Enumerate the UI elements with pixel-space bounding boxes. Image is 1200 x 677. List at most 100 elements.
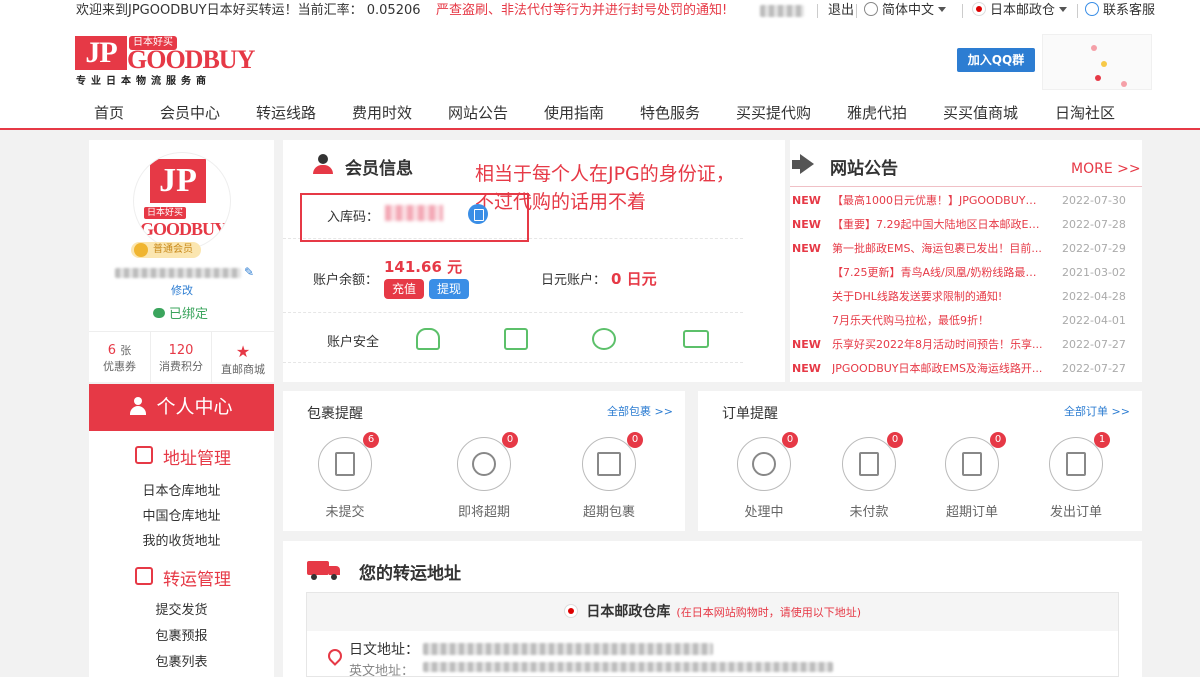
expired-orders-item[interactable]: 0 超期订单 xyxy=(932,432,1012,520)
menu-group-address[interactable]: 地址管理 xyxy=(89,444,274,469)
nav-announcements[interactable]: 网站公告 xyxy=(448,102,508,123)
crown-icon xyxy=(134,243,148,257)
order-clock-icon xyxy=(962,452,982,476)
withdraw-button[interactable]: 提现 xyxy=(429,279,469,299)
item-label: 发出订单 xyxy=(1049,505,1102,520)
profile-panel: JP 日本好买 GOODBUY 普通会员 ✎ 修改 已绑定 6 张 优惠券 12… xyxy=(89,140,274,383)
warehouse-header: 日本邮政仓库 (在日本网站购物时，请使用以下地址) xyxy=(307,593,1118,631)
logout-link[interactable]: 退出 xyxy=(828,0,854,22)
more-link[interactable]: MORE >> xyxy=(1071,161,1141,177)
unpaid-item[interactable]: 0 未付款 xyxy=(829,432,909,520)
news-item[interactable]: 【7.25更新】青鸟A线/凤凰/奶粉线路最新... 2021-03-02 xyxy=(790,263,1142,283)
nav-mall[interactable]: 买买值商城 xyxy=(943,102,1018,123)
lock-icon[interactable] xyxy=(416,328,440,350)
item-label: 即将超期 xyxy=(457,505,510,520)
divider xyxy=(817,4,818,18)
menu-item-my-address[interactable]: 我的收货地址 xyxy=(89,530,274,549)
share-out-icon xyxy=(1066,452,1086,476)
address-title: 您的转运地址 xyxy=(359,564,461,584)
jp-address-value[interactable] xyxy=(423,643,713,655)
address-book-icon xyxy=(135,446,153,464)
nav-guide[interactable]: 使用指南 xyxy=(544,102,604,123)
wechat-bound-status: 已绑定 xyxy=(153,303,208,322)
nav-special[interactable]: 特色服务 xyxy=(640,102,700,123)
count-badge: 0 xyxy=(782,432,798,448)
row-divider xyxy=(283,362,743,363)
phone-icon[interactable] xyxy=(592,328,616,350)
item-label: 超期包裹 xyxy=(582,505,635,520)
main-nav: 首页 会员中心 转运线路 费用时效 网站公告 使用指南 特色服务 买买提代购 雅… xyxy=(75,102,1135,126)
order-reminder-card: 订单提醒 全部订单 >> 0 处理中 0 未付款 0 超期订单 1 发出订单 xyxy=(698,391,1142,531)
avatar-logo-goodbuy: GOODBUY xyxy=(140,219,227,239)
en-address-label: 英文地址： xyxy=(349,664,415,677)
mall-stat[interactable]: ★ 直邮商城 xyxy=(211,332,274,383)
id-card-icon[interactable] xyxy=(504,328,528,350)
location-pin-icon xyxy=(325,646,345,666)
processing-item[interactable]: 0 处理中 xyxy=(724,432,804,520)
menu-item-china-warehouse[interactable]: 中国仓库地址 xyxy=(89,505,274,524)
divider xyxy=(790,186,1142,187)
recharge-button[interactable]: 充值 xyxy=(384,279,424,299)
nav-member-center[interactable]: 会员中心 xyxy=(160,102,220,123)
menu-group-shipping[interactable]: 转运管理 xyxy=(89,565,274,590)
news-item[interactable]: NEW 【最高1000日元优惠！】JPGOODBUY&... 2022-07-30 xyxy=(790,191,1142,211)
language-select[interactable]: 简体中文 xyxy=(864,0,947,22)
balance-label: 账户余额： xyxy=(313,273,379,288)
customer-service-link[interactable]: 联系客服 xyxy=(1085,0,1155,22)
balance-value: 141.66 元 xyxy=(384,258,463,276)
pending-submit-item[interactable]: 6 未提交 xyxy=(305,432,385,520)
clock-refresh-icon xyxy=(752,452,776,476)
avatar[interactable]: JP 日本好买 GOODBUY xyxy=(133,152,231,250)
annotation-highlight-box xyxy=(300,193,529,242)
all-orders-link[interactable]: 全部订单 >> xyxy=(1064,403,1130,419)
nav-proxy-buy[interactable]: 买买提代购 xyxy=(736,102,811,123)
menu-item-japan-warehouse[interactable]: 日本仓库地址 xyxy=(89,480,274,499)
news-item[interactable]: NEW 乐享好买2022年8月活动时间预告！乐享... 2022-07-27 xyxy=(790,335,1142,355)
site-logo[interactable]: JP 日本好买 GOODBUY 专业日本物流服务商 xyxy=(75,36,255,88)
personal-center-header[interactable]: 个人中心 xyxy=(89,384,274,431)
news-item[interactable]: 7月乐天代购马拉松，最低9折！ 2022-04-01 xyxy=(790,311,1142,331)
warehouse-select[interactable]: 日本邮政仓 xyxy=(972,0,1068,22)
item-label: 处理中 xyxy=(744,505,784,520)
wechat-icon xyxy=(153,308,165,318)
near-expiry-item[interactable]: 0 即将超期 xyxy=(444,432,524,520)
points-stat[interactable]: 120 消费积分 xyxy=(150,332,211,383)
all-packages-link[interactable]: 全部包裹 >> xyxy=(607,403,673,419)
news-item[interactable]: NEW 第一批邮政EMS、海运包裹已发出！目前... 2022-07-29 xyxy=(790,239,1142,259)
news-item[interactable]: NEW JPGOODBUY日本邮政EMS及海运线路开... 2022-07-27 xyxy=(790,359,1142,379)
package-reminder-card: 包裹提醒 全部包裹 >> 6 未提交 0 即将超期 0 超期包裹 xyxy=(283,391,685,531)
avatar-logo-jp: JP xyxy=(150,159,206,203)
count-badge: 0 xyxy=(627,432,643,448)
expired-packages-item[interactable]: 0 超期包裹 xyxy=(569,432,649,520)
nav-yahoo-auction[interactable]: 雅虎代拍 xyxy=(847,102,907,123)
ad-banner[interactable] xyxy=(1042,34,1152,90)
news-item[interactable]: 关于DHL线路发送要求限制的通知! 2022-04-28 xyxy=(790,287,1142,307)
notice-link[interactable]: 严查盗刷、非法代付等行为并进行封号处罚的通知! xyxy=(436,0,727,22)
username-blurred[interactable] xyxy=(760,5,804,17)
nav-home[interactable]: 首页 xyxy=(94,102,124,123)
yen-account-value: 0 日元 xyxy=(611,270,657,288)
nav-routes[interactable]: 转运线路 xyxy=(256,102,316,123)
warehouse-address-box: 日本邮政仓库 (在日本网站购物时，请使用以下地址) 日文地址： 英文地址： xyxy=(306,592,1119,677)
star-icon: ★ xyxy=(235,342,251,361)
en-address-value[interactable] xyxy=(423,662,833,672)
menu-item-package-forecast[interactable]: 包裹预报 xyxy=(89,625,274,644)
person-icon xyxy=(130,397,147,415)
profile-stats: 6 张 优惠券 120 消费积分 ★ 直邮商城 xyxy=(89,331,274,383)
news-item[interactable]: NEW 【重要】7.29起中国大陆地区日本邮政EM... 2022-07-28 xyxy=(790,215,1142,235)
shipped-orders-item[interactable]: 1 发出订单 xyxy=(1036,432,1116,520)
menu-item-submit-shipment[interactable]: 提交发货 xyxy=(89,599,274,618)
join-qq-group-button[interactable]: 加入QQ群 xyxy=(957,48,1035,72)
mail-icon[interactable] xyxy=(683,330,709,348)
count-badge: 0 xyxy=(990,432,1006,448)
pencil-icon[interactable]: ✎ xyxy=(244,265,254,279)
coupon-stat[interactable]: 6 张 优惠券 xyxy=(89,332,150,383)
clock-icon xyxy=(472,452,496,476)
nav-community[interactable]: 日淘社区 xyxy=(1055,102,1115,123)
modify-link[interactable]: 修改 xyxy=(171,282,193,298)
menu-item-package-list[interactable]: 包裹列表 xyxy=(89,651,274,670)
truck-icon xyxy=(307,561,341,580)
item-label: 超期订单 xyxy=(945,505,998,520)
box-icon xyxy=(597,452,621,476)
nav-fees[interactable]: 费用时效 xyxy=(352,102,412,123)
